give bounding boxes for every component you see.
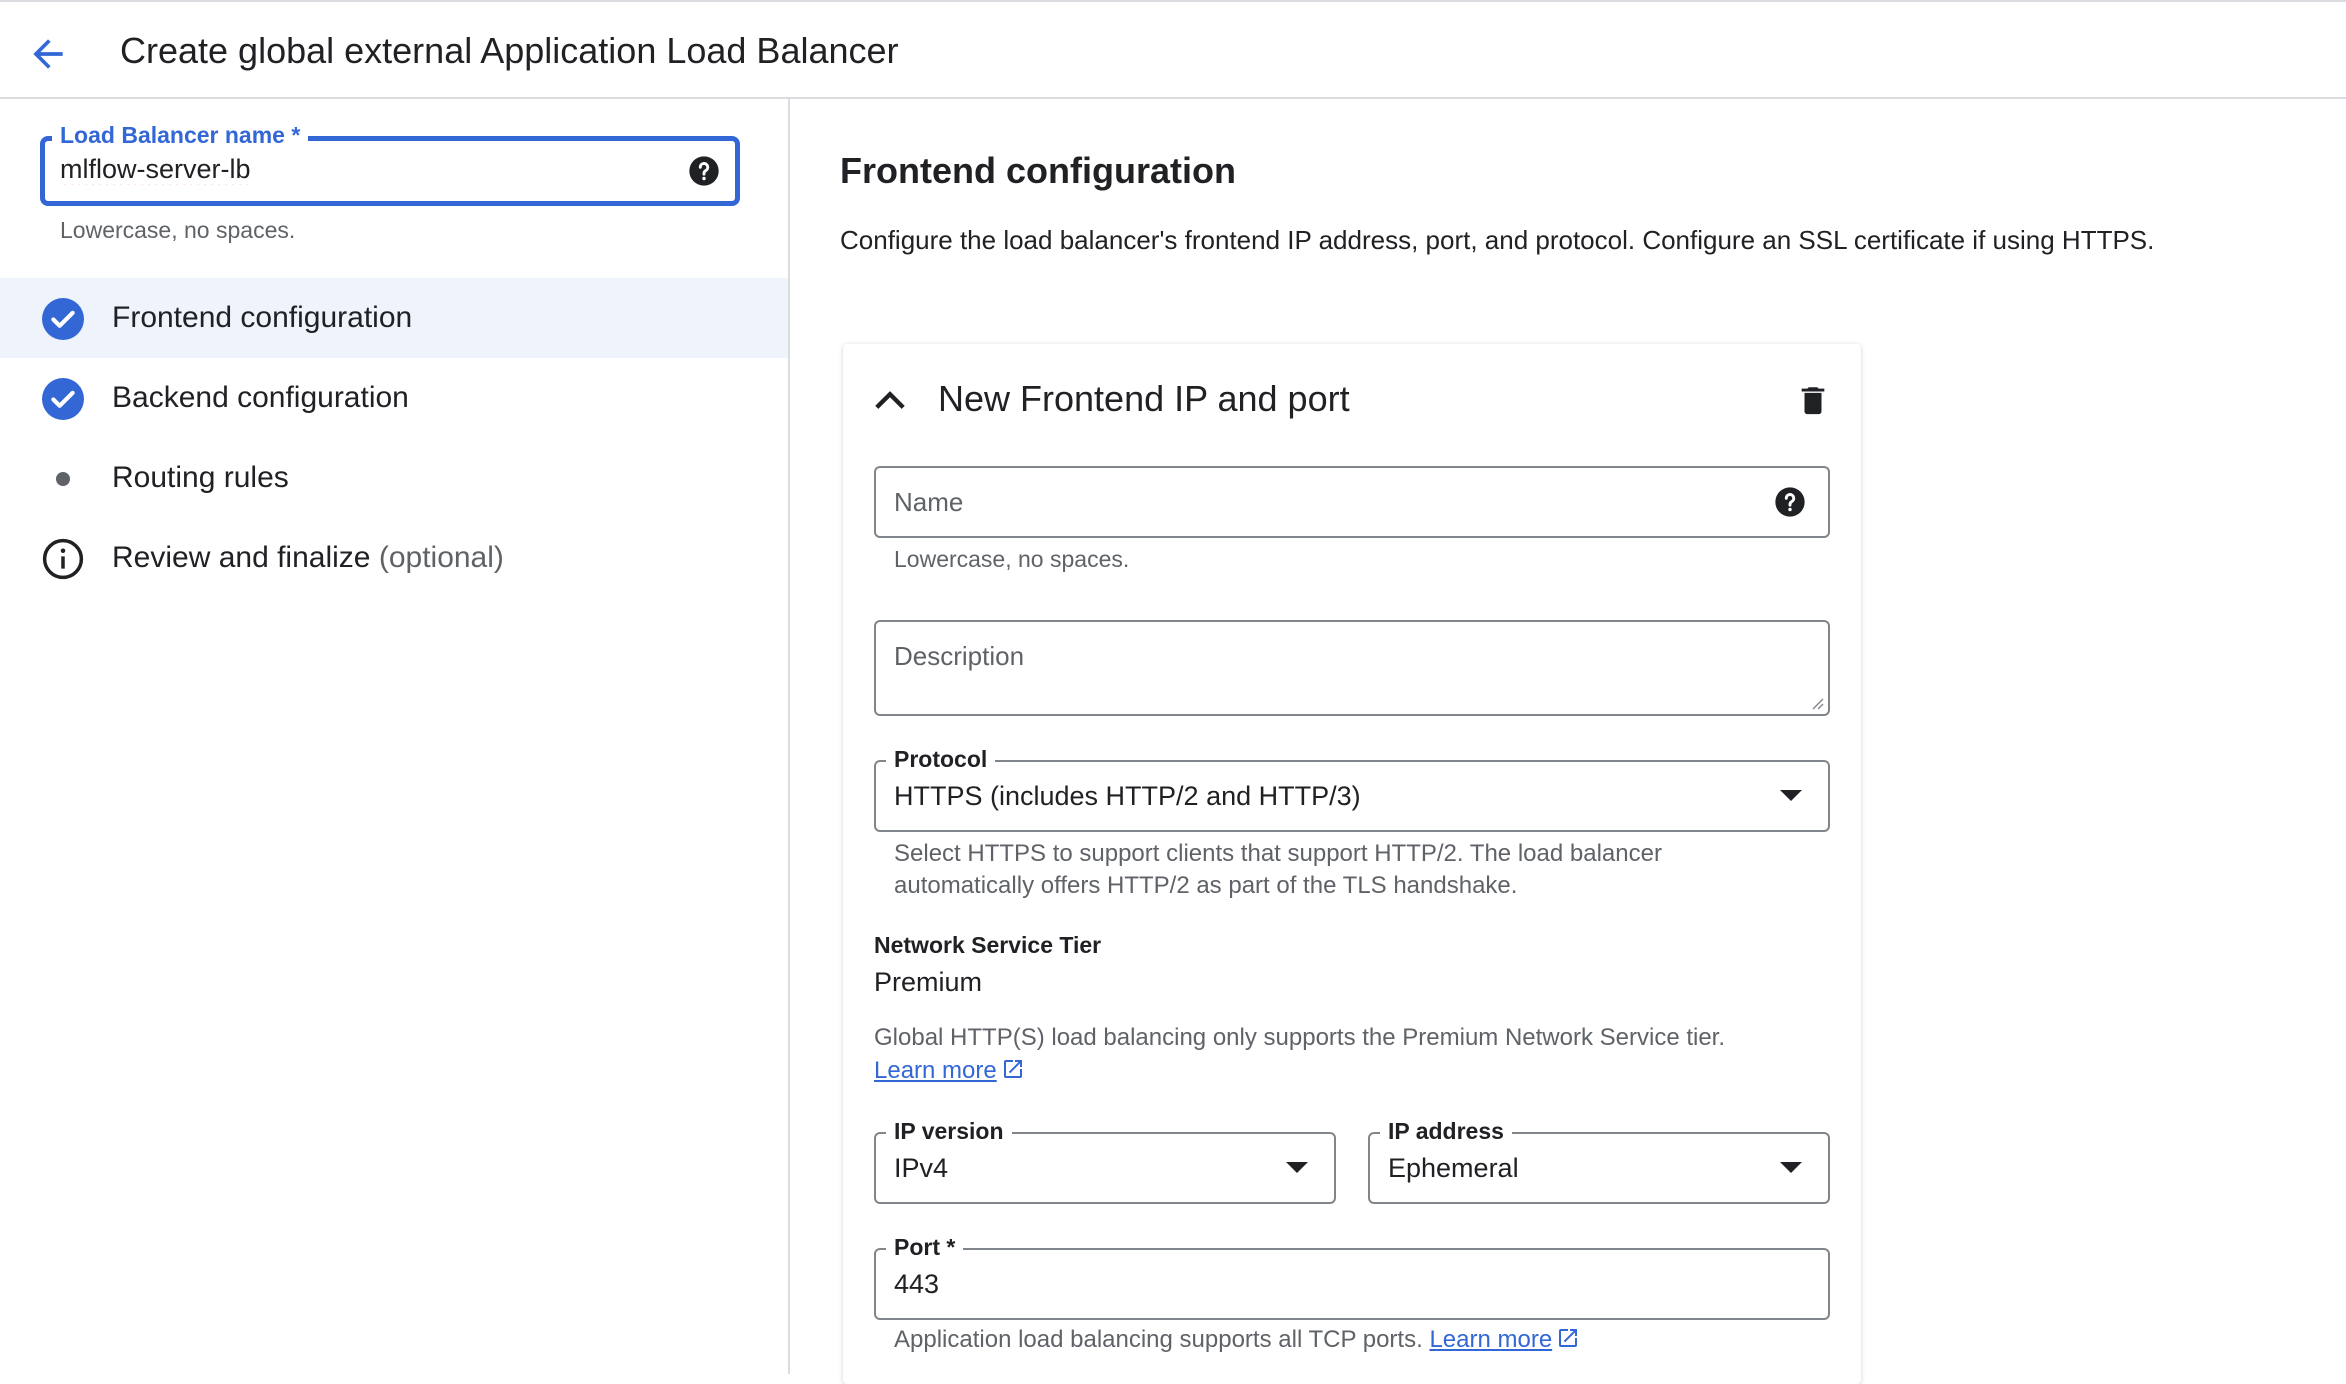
ip-version-value: IPv4 <box>894 1153 949 1183</box>
back-arrow-icon[interactable] <box>26 32 70 76</box>
external-link-icon <box>1559 1329 1578 1347</box>
dropdown-arrow-icon <box>1780 1162 1802 1173</box>
frontend-name-input[interactable] <box>874 466 1830 538</box>
port-hint-text: Application load balancing supports all … <box>894 1326 1423 1353</box>
learn-more-link[interactable]: Learn more <box>1429 1326 1552 1353</box>
help-icon[interactable] <box>1774 486 1806 518</box>
name-hint: Lowercase, no spaces. <box>894 546 1130 572</box>
dropdown-arrow-icon <box>1286 1162 1308 1173</box>
step-label: Frontend configuration <box>112 301 413 334</box>
ip-address-value: Ephemeral <box>1388 1153 1519 1183</box>
network-tier-learn-more[interactable]: Learn more <box>874 1055 1025 1087</box>
step-label: Review and finalize (optional) <box>112 538 504 578</box>
optional-tag: (optional) <box>378 541 504 574</box>
lb-name-label: Load Balancer name * <box>52 120 309 150</box>
external-link-icon <box>1003 1060 1022 1078</box>
step-label-text: Review and finalize <box>112 541 371 574</box>
lb-name-hint: Lowercase, no spaces. <box>60 217 296 243</box>
ip-version-label: IP version <box>886 1116 1012 1146</box>
dropdown-arrow-icon <box>1780 790 1802 801</box>
step-routing-rules[interactable]: Routing rules <box>0 438 788 518</box>
step-review-and-finalize[interactable]: Review and finalize (optional) <box>0 518 788 598</box>
step-label: Backend configuration <box>112 381 409 414</box>
port-input[interactable] <box>874 1248 1830 1320</box>
lb-name-input[interactable] <box>60 154 660 185</box>
network-tier-label: Network Service Tier <box>874 932 1102 958</box>
section-description: Configure the load balancer's frontend I… <box>840 225 2155 255</box>
trash-icon[interactable] <box>1796 382 1830 418</box>
dot-icon <box>56 472 70 486</box>
learn-more-link[interactable]: Learn more <box>874 1057 997 1084</box>
port-value: 443 <box>894 1269 940 1299</box>
page-title: Create global external Application Load … <box>120 30 899 71</box>
network-tier-value: Premium <box>874 967 983 997</box>
check-circle-icon <box>42 378 84 420</box>
step-label: Routing rules <box>112 461 289 494</box>
info-icon <box>42 538 84 580</box>
network-tier-note: Global HTTP(S) load balancing only suppo… <box>874 1024 1726 1051</box>
top-bar: Create global external Application Load … <box>0 0 2346 99</box>
port-hint: Application load balancing supports all … <box>894 1324 1580 1356</box>
protocol-hint-line1: Select HTTPS to support clients that sup… <box>894 840 1662 867</box>
section-title: Frontend configuration <box>840 150 1236 191</box>
protocol-label: Protocol <box>886 744 996 774</box>
name-placeholder: Name <box>894 487 964 517</box>
help-icon[interactable] <box>688 155 720 187</box>
card-title: New Frontend IP and port <box>938 378 1350 419</box>
description-placeholder: Description <box>894 641 1025 671</box>
chevron-up-icon[interactable] <box>870 380 910 420</box>
check-circle-icon <box>42 298 84 340</box>
ip-address-label: IP address <box>1380 1116 1512 1146</box>
step-backend-configuration[interactable]: Backend configuration <box>0 358 788 438</box>
port-label: Port * <box>886 1232 964 1262</box>
step-frontend-configuration[interactable]: Frontend configuration <box>0 278 788 358</box>
protocol-hint-line2: automatically offers HTTP/2 as part of t… <box>894 872 1518 899</box>
resize-handle-icon[interactable] <box>1810 696 1824 710</box>
protocol-value: HTTPS (includes HTTP/2 and HTTP/3) <box>894 781 1361 811</box>
